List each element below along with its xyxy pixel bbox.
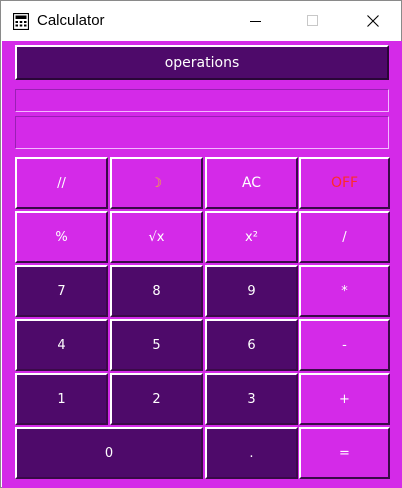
digit-4-button[interactable]: 4 xyxy=(15,319,108,371)
calculator-app-icon xyxy=(13,13,29,30)
multiply-button[interactable]: * xyxy=(299,265,390,317)
theme-moon-button[interactable]: ☽ xyxy=(110,157,203,209)
digit-6-button[interactable]: 6 xyxy=(205,319,298,371)
maximize-icon xyxy=(307,15,318,26)
digit-8-button[interactable]: 8 xyxy=(110,265,203,317)
calculator-window: Calculator operations // ☽ AC OFF % √x x… xyxy=(0,0,402,488)
digit-5-button[interactable]: 5 xyxy=(110,319,203,371)
square-button[interactable]: x² xyxy=(205,211,298,263)
digit-2-button[interactable]: 2 xyxy=(110,373,203,425)
plus-button[interactable]: + xyxy=(299,373,390,425)
floor-divide-button[interactable]: // xyxy=(15,157,108,209)
percent-button[interactable]: % xyxy=(15,211,108,263)
operations-button[interactable]: operations xyxy=(15,45,389,80)
digit-1-button[interactable]: 1 xyxy=(15,373,108,425)
close-button[interactable] xyxy=(350,1,396,41)
minimize-button[interactable] xyxy=(233,1,279,41)
maximize-button[interactable] xyxy=(290,1,336,41)
result-display xyxy=(15,116,389,149)
divide-button[interactable]: / xyxy=(299,211,390,263)
off-button[interactable]: OFF xyxy=(299,157,390,209)
digit-7-button[interactable]: 7 xyxy=(15,265,108,317)
window-title: Calculator xyxy=(37,12,105,29)
all-clear-button[interactable]: AC xyxy=(205,157,298,209)
close-icon xyxy=(367,15,379,27)
title-bar[interactable]: Calculator xyxy=(1,1,401,41)
square-root-button[interactable]: √x xyxy=(110,211,203,263)
digit-3-button[interactable]: 3 xyxy=(205,373,298,425)
minus-button[interactable]: - xyxy=(299,319,390,371)
digit-9-button[interactable]: 9 xyxy=(205,265,298,317)
equals-button[interactable]: = xyxy=(299,427,390,479)
digit-0-button[interactable]: 0 xyxy=(15,427,203,479)
expression-display xyxy=(15,89,389,112)
calculator-body: operations // ☽ AC OFF % √x x² / 7 8 9 *… xyxy=(2,41,402,488)
decimal-point-button[interactable]: . xyxy=(205,427,298,479)
minimize-icon xyxy=(250,21,261,22)
